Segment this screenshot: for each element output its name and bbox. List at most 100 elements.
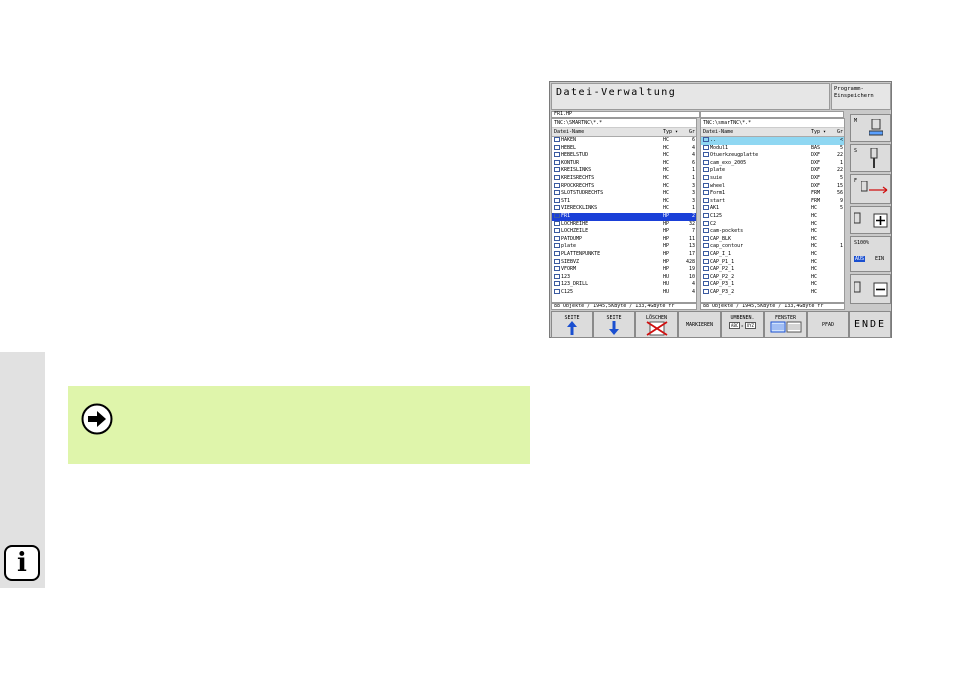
- file-size: 13: [688, 243, 695, 250]
- file-row[interactable]: CAP_I_1 HC: [701, 250, 844, 259]
- file-row[interactable]: start FRM 9: [701, 197, 844, 206]
- mark-softkey[interactable]: MARKIEREN: [678, 311, 721, 338]
- side-key-feed-plus[interactable]: [850, 206, 891, 234]
- file-row[interactable]: wheel DXF 15: [701, 182, 844, 191]
- file-row[interactable]: cam-pockets HC: [701, 228, 844, 236]
- file-row[interactable]: HAKEN HC 6: [552, 137, 696, 145]
- file-row[interactable]: .. <: [701, 137, 844, 145]
- file-size: 1: [691, 167, 695, 174]
- file-name: PLATTENPUNKTE: [552, 250, 663, 259]
- file-name-text: FR1: [561, 212, 571, 219]
- program-mode-line2: Einspeichern: [834, 93, 874, 99]
- file-icon: [554, 174, 560, 180]
- file-row[interactable]: plate DXF 22: [701, 167, 844, 175]
- col-size[interactable]: Gr: [833, 128, 844, 136]
- file-row[interactable]: KREISLINKS HC 1: [552, 167, 696, 175]
- side-key-s[interactable]: S: [850, 144, 891, 172]
- file-row[interactable]: PLATTENPUNKTE HP 17: [552, 250, 696, 259]
- file-size: 4: [691, 144, 695, 151]
- file-row[interactable]: VFORM HP 19: [552, 266, 696, 274]
- file-row[interactable]: KREISRECHTS HC 1: [552, 174, 696, 183]
- file-row[interactable]: VIERECKLINKS HC 1: [552, 205, 696, 213]
- file-row[interactable]: AK1 HC 5: [701, 205, 844, 213]
- file-name: wheel: [701, 182, 811, 191]
- delete-softkey[interactable]: LÖSCHEN: [635, 311, 678, 338]
- page-down-softkey[interactable]: SEITE: [593, 311, 635, 338]
- file-row[interactable]: C125 HU 4: [552, 288, 696, 297]
- page-up-softkey[interactable]: SEITE: [551, 311, 593, 338]
- col-filename[interactable]: Datei-Name: [701, 128, 811, 136]
- file-row[interactable]: PATDUMP HP 11: [552, 235, 696, 244]
- rename-from: ABC: [729, 322, 741, 329]
- file-row[interactable]: 123_DRILL HU 4: [552, 281, 696, 289]
- file-row[interactable]: KONTUR HC 6: [552, 159, 696, 168]
- file-type: HC: [663, 190, 670, 197]
- file-icon: [703, 197, 709, 203]
- file-name-text: Modul1: [710, 144, 729, 151]
- file-row[interactable]: CAP_P2_1 HC: [701, 266, 844, 274]
- path-label: PFAD: [821, 322, 835, 328]
- side-key-m[interactable]: M: [850, 114, 891, 142]
- end-softkey[interactable]: ENDE: [849, 311, 891, 338]
- file-type: HU: [663, 281, 670, 288]
- file-name-text: HEBELSTUD: [561, 152, 589, 159]
- file-row[interactable]: 123 HU 10: [552, 273, 696, 282]
- file-icon: [554, 137, 560, 142]
- file-row[interactable]: SIEBVZ HP 428: [552, 258, 696, 267]
- file-size: 3: [691, 197, 695, 204]
- file-row[interactable]: FR1 HP 2: [552, 212, 696, 221]
- file-type: HP: [663, 258, 670, 265]
- file-row[interactable]: Form1 FRM 56: [701, 190, 844, 198]
- file-name-text: CAP_P3_1: [710, 281, 735, 288]
- col-size[interactable]: Gr: [685, 128, 696, 136]
- side-key-s100[interactable]: S100% AUS EIN: [850, 236, 891, 272]
- file-type: FRM: [811, 190, 821, 197]
- file-row[interactable]: C125 HC: [701, 212, 844, 221]
- file-type: HC: [811, 220, 818, 227]
- file-name-text: C125: [561, 288, 574, 295]
- file-icon: [554, 250, 560, 256]
- left-file-pane[interactable]: TNC:\SMARTNC\*.* Datei-Name Typ ▾ Gr HAK…: [551, 118, 697, 303]
- file-row[interactable]: CAP_P3_2 HC: [701, 288, 844, 297]
- note-box: [68, 386, 530, 464]
- file-type: HC: [811, 228, 818, 235]
- file-row[interactable]: ST1 HC 3: [552, 197, 696, 206]
- col-type[interactable]: Typ ▾: [663, 128, 685, 136]
- file-row[interactable]: Modul1 BAS 5: [701, 144, 844, 153]
- file-row[interactable]: CAP_BLK HC: [701, 235, 844, 244]
- file-icon: [554, 288, 560, 294]
- file-row[interactable]: CAP_P1_1 HC: [701, 258, 844, 267]
- rename-softkey[interactable]: UMBENEN. ABC ▸ XYZ: [721, 311, 764, 338]
- col-type[interactable]: Typ ▾: [811, 128, 833, 136]
- file-name-text: cam-pockets: [710, 228, 744, 235]
- file-row[interactable]: LOCHZEILE HP 7: [552, 228, 696, 236]
- file-row[interactable]: cam_exo_2005 DXF 1: [701, 159, 844, 168]
- file-row[interactable]: CAP_P2_2 HC: [701, 273, 844, 282]
- file-type: HC: [663, 159, 670, 166]
- file-name-text: start: [710, 197, 726, 204]
- side-key-feed-minus[interactable]: [850, 274, 891, 304]
- file-size: 1: [839, 243, 843, 250]
- right-file-pane[interactable]: TNC:\smarTNC\*.* Datei-Name Typ ▾ Gr .. <…: [700, 118, 845, 303]
- file-row[interactable]: suie DXF 5: [701, 174, 844, 183]
- file-name-text: SLOTSTUDRECHTS: [561, 190, 604, 197]
- window-softkey[interactable]: FENSTER: [764, 311, 807, 338]
- file-icon: [554, 190, 560, 196]
- file-row[interactable]: SLOTSTUDRECHTS HC 3: [552, 190, 696, 198]
- path-softkey[interactable]: PFAD: [807, 311, 849, 338]
- file-row[interactable]: Otuerkzeugplatte DXF 22: [701, 152, 844, 160]
- col-filename[interactable]: Datei-Name: [552, 128, 663, 136]
- file-icon: [703, 266, 709, 272]
- file-row[interactable]: RPOCKRECHTS HC 3: [552, 182, 696, 191]
- file-row[interactable]: HEBELSTUD HC 4: [552, 152, 696, 160]
- file-row[interactable]: HEBEL HC 4: [552, 144, 696, 153]
- side-key-f[interactable]: F: [850, 174, 891, 204]
- file-row[interactable]: LOCHREIHE HP 32: [552, 220, 696, 229]
- file-name-text: KREISLINKS: [561, 167, 592, 174]
- file-size: [833, 259, 844, 267]
- file-row[interactable]: C2 HC: [701, 220, 844, 229]
- file-row[interactable]: CAP_P3_1 HC: [701, 281, 844, 289]
- file-size: 11: [688, 235, 695, 242]
- file-row[interactable]: plate HP 13: [552, 243, 696, 251]
- file-row[interactable]: cap_contour HC 1: [701, 243, 844, 251]
